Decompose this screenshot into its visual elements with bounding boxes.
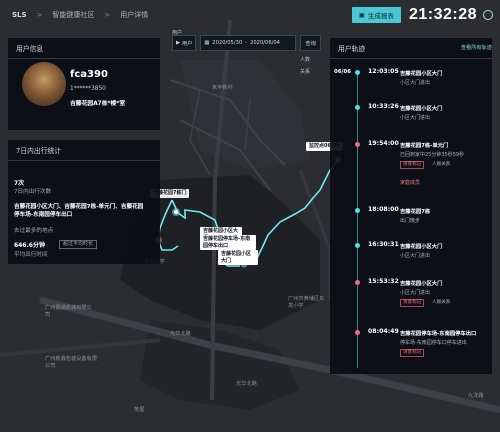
timeline-place[interactable]: 吉藤花园小区大门 [400,279,442,287]
relation-tag[interactable]: 人群关系 [432,299,450,306]
timeline-place[interactable]: 吉藤花园7栋 [400,207,430,215]
top-right-controls: ▣ 生成报表 21:32:28 [351,0,500,30]
map-popup[interactable]: 吉藤花园停车场-东南园停车出口 [200,235,256,250]
timeline-place[interactable]: 吉藤花园7栋-单元门 [400,141,448,149]
timeline-status: 小区大门进出 [400,253,431,259]
timeline-dot [355,70,360,75]
breadcrumb-separator: > [36,11,43,19]
timeline-time: 15:53:32 [368,278,399,285]
calendar-icon: ▦ [204,40,210,46]
timeline-dot [355,208,360,213]
user-phone: 1******3850 [70,86,106,92]
timeline-dot [355,105,360,110]
map-label-road: 九龙路 [468,393,484,399]
date-end: 2020/06/04 [250,40,280,46]
breadcrumb-user-detail: 用户详情 [120,11,149,19]
map-label-north: 禾丰新村 [212,85,233,91]
user-name: fca390 [70,69,108,80]
timeline-extra: 家庭成员 [400,180,421,186]
places-label: 去过最多的地点 [14,228,54,234]
layer-toggle-people[interactable]: 人数 [300,56,310,63]
timeline-status: 已回到家中25分钟35秒59秒 [400,152,465,158]
view-all-tracks-link[interactable]: 查看所有轨迹 [461,44,492,51]
user-track-panel: 用户轨迹 [330,38,492,374]
visitor-tag[interactable]: 访客标记 [400,161,425,169]
duration-label: 平均出行时间 [14,252,48,258]
timeline-status: 小区大门进出 [400,80,431,86]
visitor-tag[interactable]: 访客标记 [400,299,425,307]
report-icon: ▣ [358,11,365,19]
track-marker [174,210,178,214]
map-label-road: 光华北路 [170,331,191,337]
timeline-time: 16:30:31 [368,241,399,248]
timeline-date: 06/06 [334,69,351,75]
date-start: 2020/05/30 [212,40,243,46]
app-root: 禾丰新村 光华北路 光华北路 广州市黄埔区东发小学 广州振通机械有限公司 广州新… [0,0,500,432]
timeline-place[interactable]: 吉藤花园小区大门 [400,104,442,112]
timeline-place[interactable]: 吉藤花园小区大门 [400,69,442,77]
timeline-dot [355,243,360,248]
duration-value: 646.6分钟 [14,242,45,249]
relation-tag[interactable]: 人群关系 [432,161,450,168]
timeline-line [357,72,358,368]
timeline-dot-alert [355,142,360,147]
timeline-dot-alert [355,330,360,335]
map-label-school: 广州市黄埔区东发小学 [288,296,325,309]
timeline-time: 19:54:00 [368,140,399,147]
breadcrumb-separator: > [104,11,111,19]
timeline-time: 18:08:00 [368,206,399,213]
query-button[interactable]: 查询 [300,35,321,51]
timeline-time: 10:33:26 [368,103,399,110]
places-value: 吉藤花园小区大门、吉藤花园7栋-单元门、吉藤花园停车场-东南园停车出口 [14,204,144,218]
timeline-status: 小区大门进出 [400,115,431,121]
layer-toggle-relation[interactable]: 关系 [300,68,310,75]
avatar [22,62,66,106]
timeline-status: 出门散步 [400,218,421,224]
trips-label: 7日内出行次数 [14,189,52,195]
trips-value: 7次 [14,180,25,187]
date-range-picker[interactable]: ▦ 2020/05/30 - 2020/06/04 [200,35,297,51]
type-select[interactable]: ▶ 用户 [172,35,197,51]
report-button-label: 生成报表 [367,12,394,20]
filter-bar: ▶ 用户 ▦ 2020/05/30 - 2020/06/04 查询 [172,35,321,51]
panel-title: 7日内出行统计 [8,140,160,161]
app-logo[interactable]: SLS [12,11,27,19]
report-button[interactable]: ▣ 生成报表 [351,7,401,23]
caret-icon: ▶ [176,40,180,46]
timeline-place[interactable]: 吉藤花园小区大门 [400,242,442,250]
timeline-status: 小区大门进出 [400,290,431,296]
breadcrumb-community[interactable]: 智能健康社区 [52,10,94,20]
map-label-road: 光华北路 [236,381,257,387]
panel-title: 用户信息 [8,38,160,59]
timeline-status: 停车场-东南园停车口停车进出 [400,340,467,346]
map-popup[interactable]: 吉藤花园小区大门 [218,250,258,265]
visitor-tag[interactable]: 访客标记 [400,349,425,357]
map-label-company: 广州振通机械有限公司 [45,305,92,318]
map-label-area: 笼屋 [134,407,145,413]
date-separator: - [245,40,248,46]
duration-tag: 超过平均时长 [59,240,98,249]
user-address: 吉藤花园A7栋*楼*室 [70,101,126,107]
type-select-value: 用户 [182,40,193,47]
timeline-time: 12:03:05 [368,68,399,75]
timeline-place[interactable]: 吉藤花园停车场-东南园停车出口 [400,329,476,337]
timeline-time: 08:04:49 [368,328,399,335]
map-label-company: 广州新鑫包装设备有限公司 [45,356,97,369]
clock: 21:32:28 [408,6,477,23]
timeline-dot-alert [355,280,360,285]
settings-icon[interactable] [483,10,493,20]
